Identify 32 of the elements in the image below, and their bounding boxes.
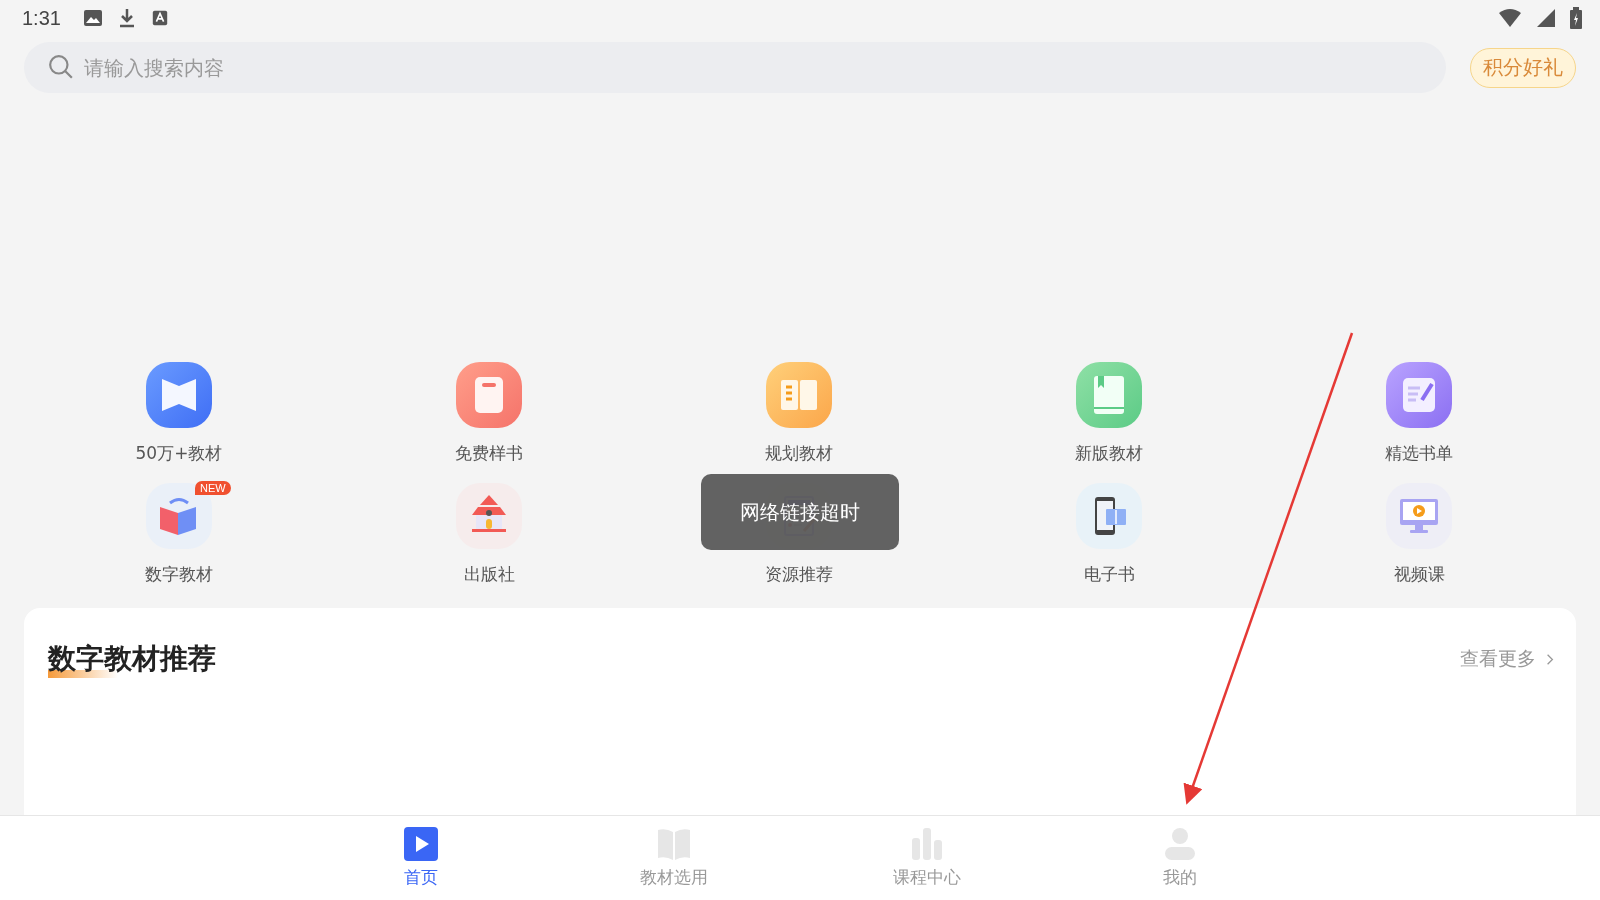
building-icon[interactable] (456, 483, 522, 549)
play-icon (402, 826, 439, 862)
category-label[interactable]: 电子书 (1083, 563, 1135, 586)
monitor-play-icon[interactable] (1386, 483, 1452, 549)
phone-book-icon[interactable] (1076, 483, 1142, 549)
book-icon[interactable] (146, 362, 212, 428)
book-icon (655, 826, 692, 862)
search-field[interactable]: 请输入搜索内容 (24, 42, 1446, 93)
category-label[interactable]: 资源推荐 (765, 563, 833, 586)
status-time: 1:31 (22, 6, 61, 30)
category-label[interactable]: 数字教材 (145, 563, 213, 586)
battery-icon (1570, 7, 1582, 29)
category-label[interactable]: 精选书单 (1385, 442, 1453, 465)
bookmark-book-icon[interactable] (1076, 362, 1142, 428)
open-book-icon[interactable] (766, 362, 832, 428)
category-label[interactable]: 免费样书 (455, 442, 523, 465)
new-badge: NEW (195, 481, 231, 495)
pen-note-icon[interactable] (1386, 362, 1452, 428)
nav-tab[interactable]: 首页 (294, 816, 547, 900)
category-label[interactable]: 新版教材 (1075, 442, 1143, 465)
category-label[interactable]: 视频课 (1393, 563, 1445, 586)
network-timeout-toast: 网络链接超时 (701, 474, 899, 550)
chevron-right-icon (1546, 652, 1554, 666)
font-icon (150, 9, 169, 27)
image-icon (82, 8, 103, 28)
category-label[interactable]: 出版社 (463, 563, 515, 586)
wifi-icon (1498, 8, 1522, 28)
category-label[interactable]: 50万+教材 (135, 442, 223, 465)
notebook-icon[interactable] (456, 362, 522, 428)
signal-icon (1536, 8, 1556, 28)
category-label[interactable]: 规划教材 (765, 442, 833, 465)
section-title: 数字教材推荐 (48, 640, 216, 678)
